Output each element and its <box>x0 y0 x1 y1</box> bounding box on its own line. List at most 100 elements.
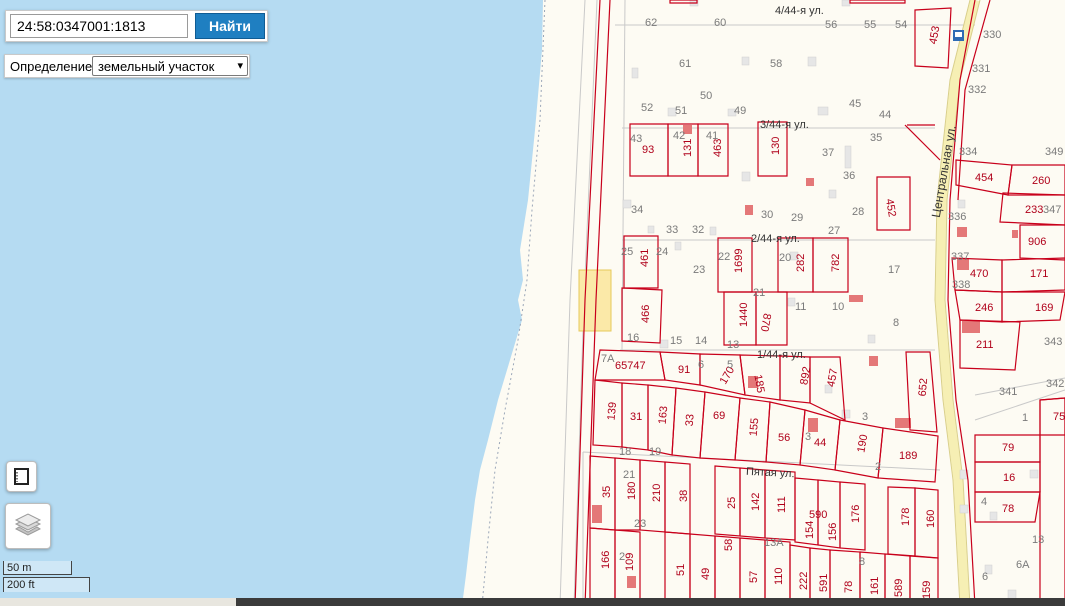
house-number: 3 <box>805 431 811 443</box>
map-toggle-icon <box>14 468 29 485</box>
scale-imperial: 200 ft <box>3 577 90 592</box>
parcel-label: 211 <box>976 339 994 351</box>
layers-button[interactable] <box>5 503 51 549</box>
parcel-label: 57 <box>748 571 760 583</box>
house-number: 13А <box>764 537 784 549</box>
parcel-label: 58 <box>723 539 735 551</box>
house-number: 30 <box>761 209 773 221</box>
house-number: 29 <box>791 212 803 224</box>
street-label: Центральная ул. <box>929 124 959 218</box>
parcel-label: 25 <box>726 497 738 509</box>
house-number: 1 <box>1022 412 1028 424</box>
parcel-label: 233 <box>1025 204 1043 216</box>
bottom-bar <box>236 598 1065 606</box>
map-toggle-button[interactable] <box>6 461 37 492</box>
definition-label: Определение: <box>10 59 96 74</box>
house-number: 2 <box>619 551 625 563</box>
parcel-label: 180 <box>626 482 638 500</box>
house-number: 56 <box>825 19 837 31</box>
house-number: 51 <box>675 105 687 117</box>
definition-select-value: земельный участок <box>98 59 215 74</box>
house-number: 6А <box>1016 559 1030 571</box>
parcel-label: 91 <box>678 364 690 376</box>
parcel-label: 155 <box>748 417 762 436</box>
parcel-label: 38 <box>678 490 690 502</box>
parcel-label: 35 <box>601 486 613 498</box>
house-number: 4 <box>981 496 987 508</box>
house-number: 13 <box>1032 534 1044 546</box>
parcel-label: 171 <box>1030 268 1048 280</box>
house-number: 337 <box>951 251 969 263</box>
house-number: 28 <box>852 206 864 218</box>
house-number: 22 <box>718 251 730 263</box>
house-number: 18 <box>619 446 631 458</box>
house-number: 338 <box>952 279 970 291</box>
map-canvas[interactable]: 453 93 131 463 130 452 454 260 233 906 4… <box>0 0 1065 606</box>
street-label: 3/44-я ул. <box>760 119 809 131</box>
water-area <box>0 0 543 606</box>
house-number: 44 <box>879 109 891 121</box>
parcel-label: 160 <box>925 510 937 528</box>
parcel-label: 79 <box>1002 442 1014 454</box>
house-number: 15 <box>670 335 682 347</box>
parcel-label: 470 <box>970 268 988 280</box>
definition-select[interactable]: земельный участок ▾ <box>92 56 248 76</box>
parcel-label: 589 <box>893 579 905 597</box>
house-number: 17 <box>888 264 900 276</box>
house-number: 60 <box>714 17 726 29</box>
house-number: 49 <box>734 105 746 117</box>
house-number: 24 <box>656 246 668 258</box>
house-number: 343 <box>1044 336 1062 348</box>
house-number: 11 <box>795 301 806 313</box>
house-number: 23 <box>693 264 705 276</box>
parcel-label: 222 <box>798 572 810 590</box>
house-number: 5 <box>727 359 733 371</box>
parcel-label: 166 <box>600 551 612 569</box>
parcel-label: 461 <box>639 249 651 267</box>
parcel-label: 163 <box>657 405 671 424</box>
house-number: 6 <box>982 571 988 583</box>
house-number: 61 <box>679 58 691 70</box>
parcel-label: 56 <box>778 432 790 444</box>
house-number: 43 <box>630 133 642 145</box>
parcel-label: 78 <box>843 581 855 593</box>
parcel-label: 452 <box>883 198 898 218</box>
search-panel: Найти <box>5 10 268 42</box>
street-label: 1/44-я ул. <box>757 349 806 361</box>
street-label: 4/44-я ул. <box>775 5 824 17</box>
house-number: 21 <box>753 287 765 299</box>
house-number: 8 <box>893 317 899 329</box>
house-number: 25 <box>621 246 633 258</box>
house-number: 342 <box>1046 378 1064 390</box>
house-number: 347 <box>1043 204 1061 216</box>
house-number: 19 <box>649 446 661 458</box>
parcel-label: 591 <box>818 574 830 592</box>
house-number: 341 <box>999 386 1017 398</box>
parcel-label: 1440 <box>738 303 750 327</box>
parcel-label: 652 <box>917 378 931 397</box>
house-number: 14 <box>695 335 707 347</box>
house-number: 16 <box>627 332 639 344</box>
parcel-label: 69 <box>713 410 725 422</box>
search-input[interactable] <box>10 14 188 38</box>
parcel-label: 454 <box>975 172 993 184</box>
parcel-label: 892 <box>798 366 813 386</box>
parcel-label: 210 <box>651 484 663 502</box>
house-number: 36 <box>843 170 855 182</box>
house-number: 54 <box>895 19 907 31</box>
search-button[interactable]: Найти <box>195 13 265 39</box>
house-numbers: 62 60 56 55 54 330 61 58 331 332 50 52 5… <box>601 17 1064 583</box>
parcel-label: 176 <box>850 505 862 523</box>
house-number: 6 <box>698 359 704 371</box>
house-number: 332 <box>968 84 986 96</box>
parcel-label: 282 <box>795 254 807 272</box>
definition-panel: Определение: земельный участок ▾ <box>4 54 250 78</box>
parcel-label: 31 <box>630 411 642 423</box>
parcel-label: 870 <box>758 312 773 332</box>
parcel-label: 260 <box>1032 175 1050 187</box>
house-number: 52 <box>641 102 653 114</box>
parcel-label: 453 <box>927 25 942 45</box>
bus-stop-icon[interactable] <box>953 30 964 41</box>
house-number: 334 <box>959 146 977 158</box>
house-number: 349 <box>1045 146 1063 158</box>
